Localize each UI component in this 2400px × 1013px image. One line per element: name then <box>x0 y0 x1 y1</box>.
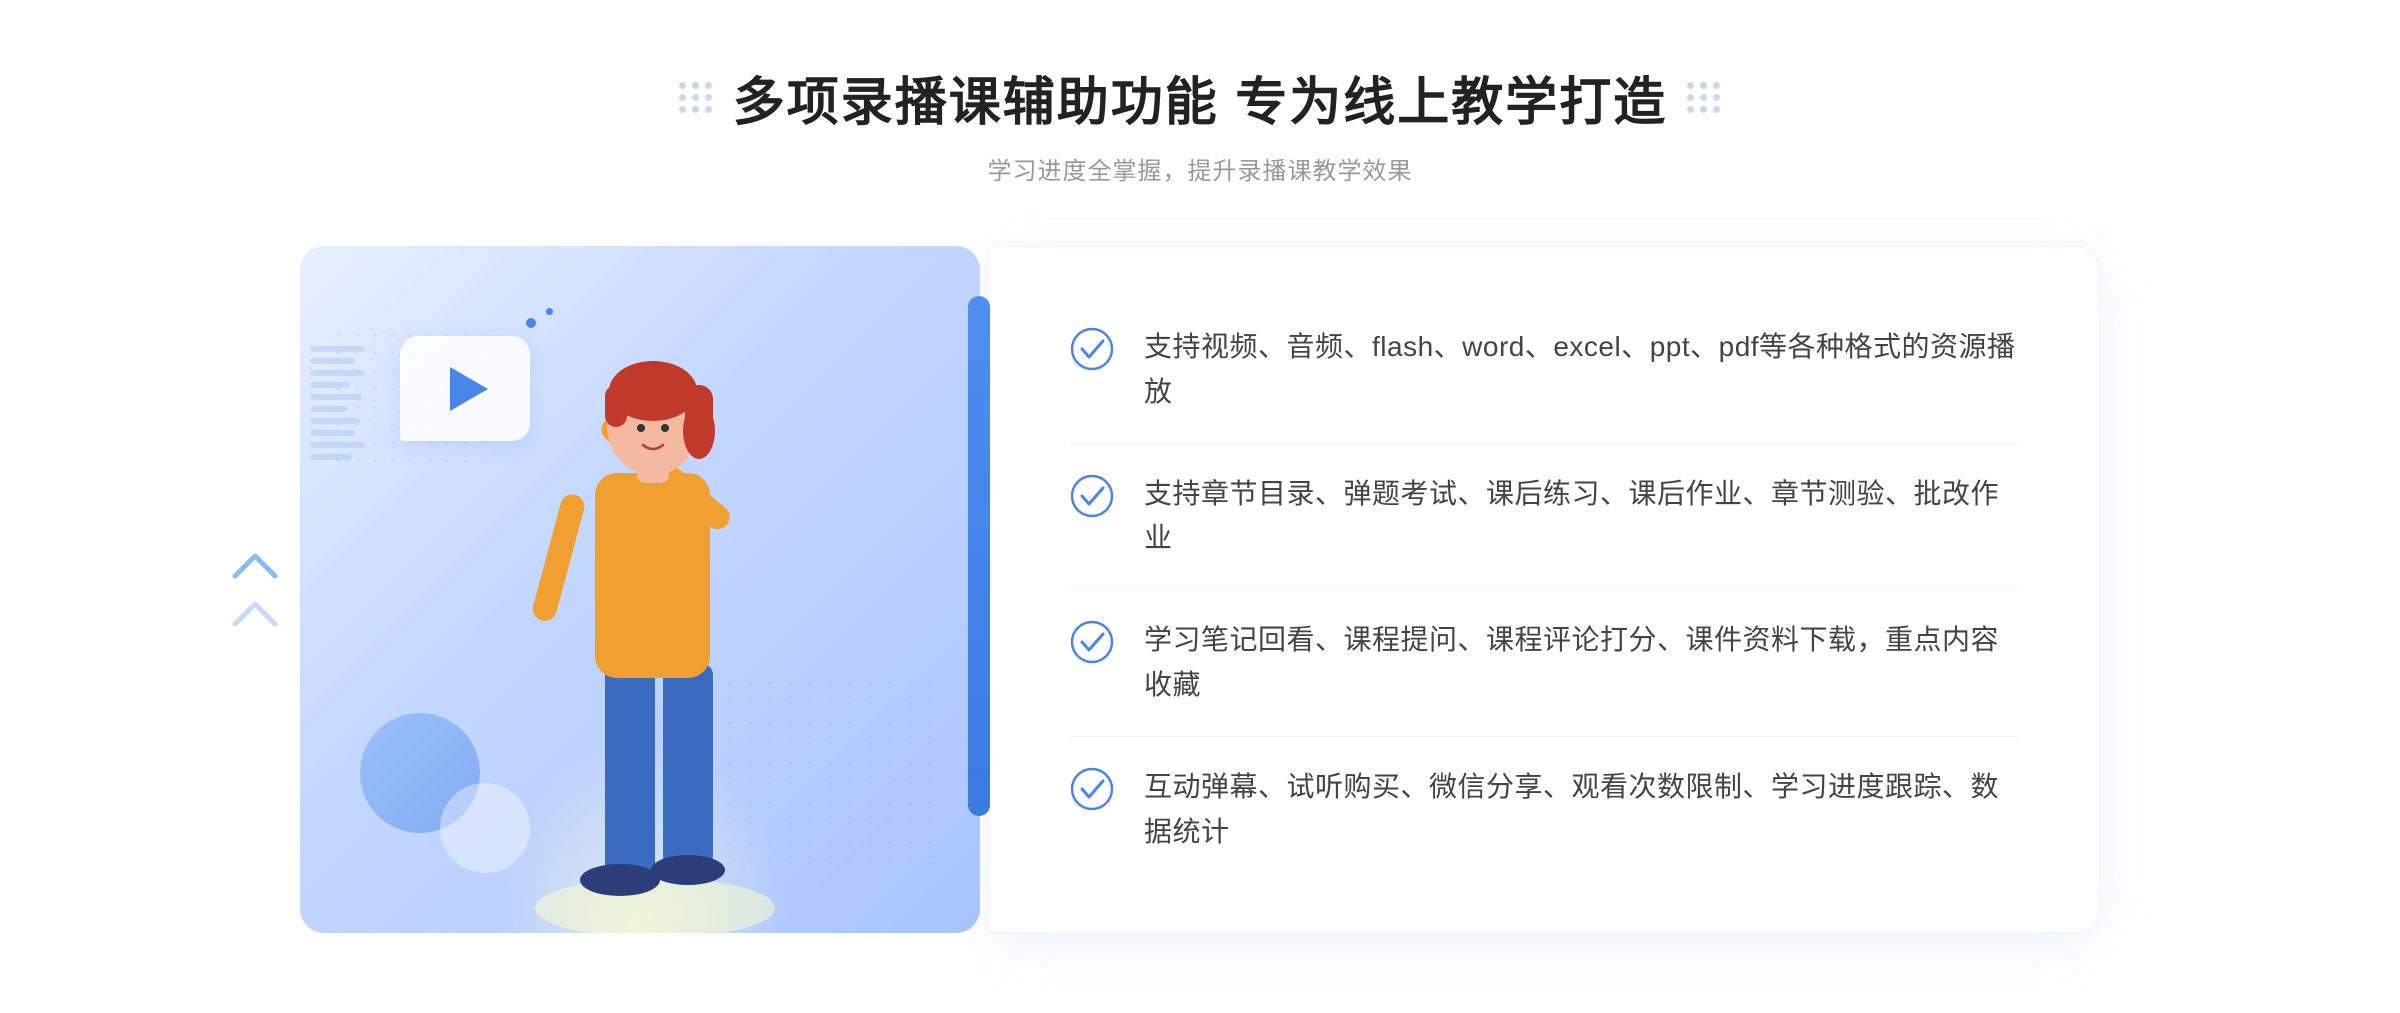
title-row: 多项录播课辅助功能 专为线上教学打造 <box>679 60 1721 135</box>
sparkle-2 <box>546 308 553 315</box>
page-title: 多项录播课辅助功能 专为线上教学打造 <box>733 60 1667 135</box>
feature-text-1: 支持视频、音频、flash、word、excel、ppt、pdf等各种格式的资源… <box>1144 325 2019 415</box>
left-arrows-decoration <box>230 546 280 634</box>
page-wrapper: 多项录播课辅助功能 专为线上教学打造 学习进度全掌握，提升录播课教学效果 <box>0 0 2400 1013</box>
features-panel: 支持视频、音频、flash、word、excel、ppt、pdf等各种格式的资源… <box>990 246 2100 933</box>
blue-accent-bar <box>968 296 990 816</box>
header-section: 多项录播课辅助功能 专为线上教学打造 学习进度全掌握，提升录播课教学效果 <box>679 60 1721 186</box>
check-icon-1 <box>1070 327 1114 371</box>
right-dot-decoration <box>1687 82 1721 113</box>
feature-text-4: 互动弹幕、试听购买、微信分享、观看次数限制、学习进度跟踪、数据统计 <box>1144 765 2019 855</box>
illustration-panel <box>300 246 980 933</box>
person-illustration <box>505 353 805 933</box>
feature-text-3: 学习笔记回看、课程提问、课程评论打分、课件资料下载，重点内容收藏 <box>1144 618 2019 708</box>
feature-item-3: 学习笔记回看、课程提问、课程评论打分、课件资料下载，重点内容收藏 <box>1070 590 2019 737</box>
check-icon-4 <box>1070 767 1114 811</box>
left-dot-decoration <box>679 82 713 113</box>
check-icon-3 <box>1070 620 1114 664</box>
page-subtitle: 学习进度全掌握，提升录播课教学效果 <box>987 151 1412 186</box>
stripe-decoration <box>310 346 370 466</box>
check-icon-2 <box>1070 474 1114 518</box>
play-icon <box>450 367 488 411</box>
sparkle-1 <box>526 318 536 328</box>
content-area: 支持视频、音频、flash、word、excel、ppt、pdf等各种格式的资源… <box>300 246 2100 933</box>
feature-item-1: 支持视频、音频、flash、word、excel、ppt、pdf等各种格式的资源… <box>1070 297 2019 444</box>
feature-item-4: 互动弹幕、试听购买、微信分享、观看次数限制、学习进度跟踪、数据统计 <box>1070 737 2019 883</box>
feature-item-2: 支持章节目录、弹题考试、课后练习、课后作业、章节测验、批改作业 <box>1070 444 2019 591</box>
feature-text-2: 支持章节目录、弹题考试、课后练习、课后作业、章节测验、批改作业 <box>1144 472 2019 562</box>
